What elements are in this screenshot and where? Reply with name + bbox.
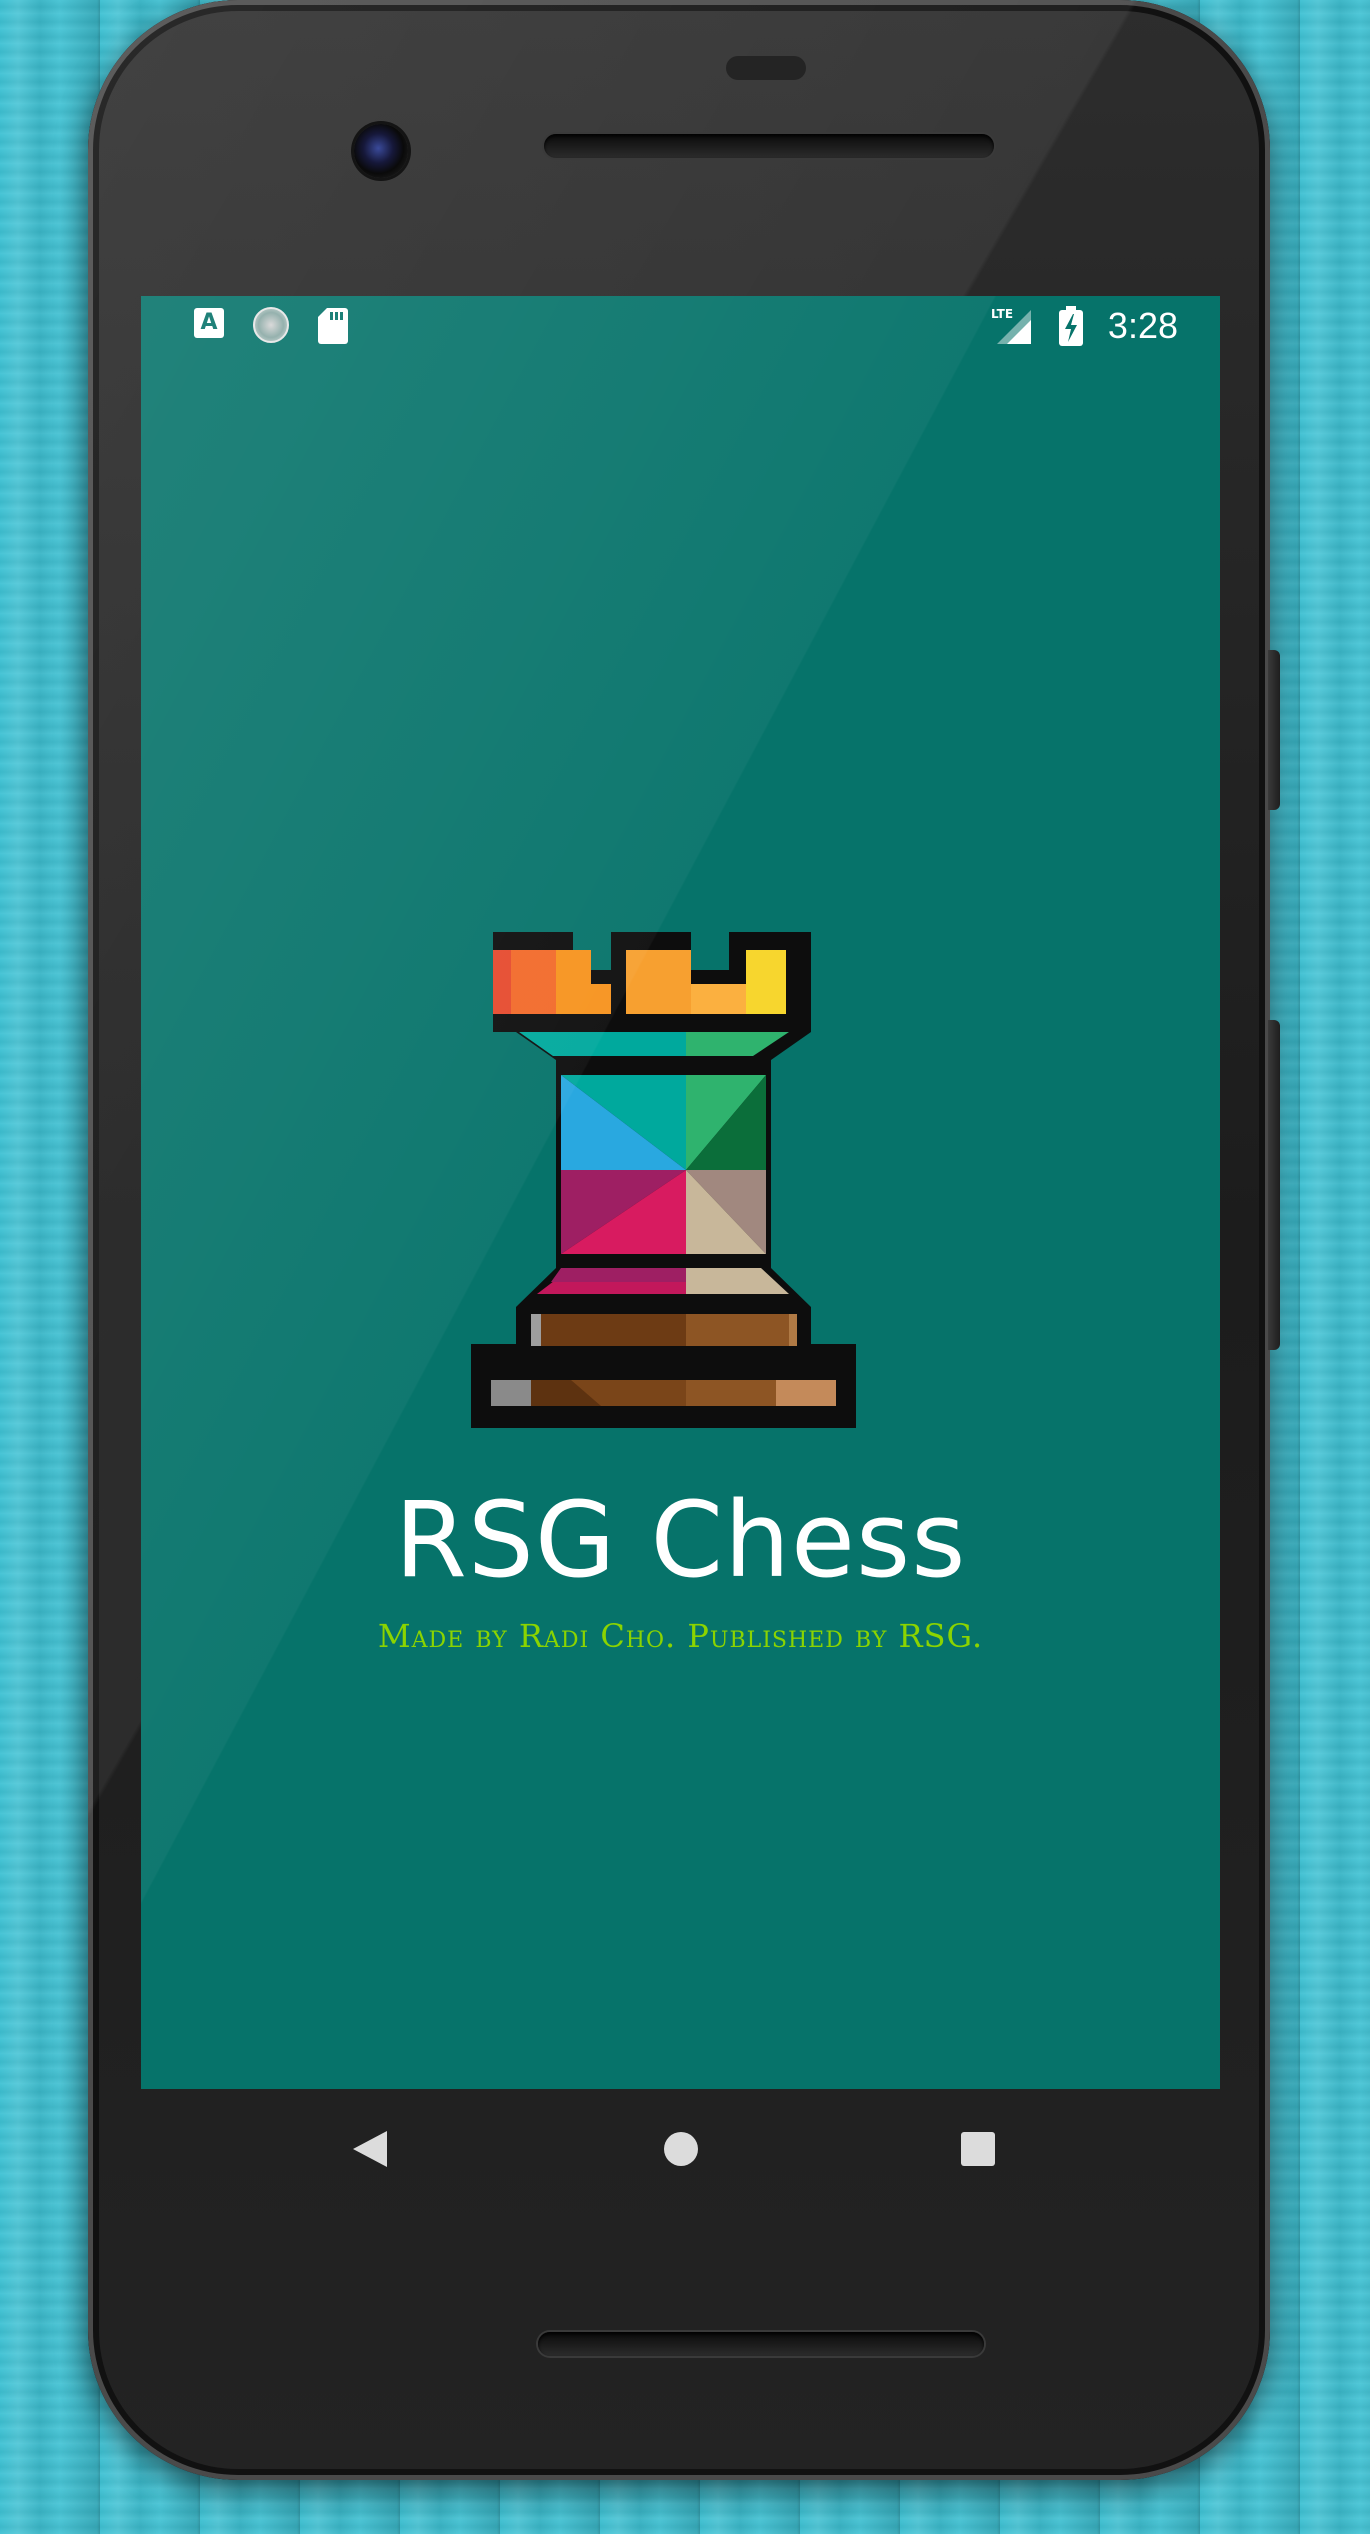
recents-icon[interactable] bbox=[946, 2117, 1010, 2181]
power-button[interactable] bbox=[1268, 650, 1280, 810]
app-title: RSG Chess bbox=[394, 1479, 967, 1601]
volume-button[interactable] bbox=[1268, 1020, 1280, 1350]
navigation-bar bbox=[141, 2089, 1220, 2214]
app-notification-icon: A bbox=[194, 308, 224, 338]
app-subtitle: Made by Radi Cho. Published by RSG. bbox=[377, 1617, 984, 1655]
home-icon[interactable] bbox=[649, 2117, 713, 2181]
lte-signal-icon: LTE bbox=[991, 307, 1031, 344]
sd-card-icon bbox=[318, 308, 348, 344]
status-time: 3:28 bbox=[1107, 305, 1178, 346]
status-bar: A LTE 3:28 bbox=[141, 296, 1220, 362]
battery-charging-icon bbox=[1059, 306, 1083, 346]
sync-icon bbox=[253, 307, 289, 343]
app-screen: A LTE 3:28 RSG Chess Made by Radi Cho. P… bbox=[141, 296, 1220, 2089]
proximity-sensor bbox=[726, 56, 806, 80]
rook-chess-piece-icon bbox=[471, 932, 856, 1428]
top-speaker bbox=[544, 134, 994, 158]
svg-text:LTE: LTE bbox=[991, 307, 1013, 321]
bottom-speaker bbox=[538, 2332, 984, 2356]
back-icon[interactable] bbox=[341, 2117, 405, 2181]
front-camera-icon bbox=[354, 124, 408, 178]
